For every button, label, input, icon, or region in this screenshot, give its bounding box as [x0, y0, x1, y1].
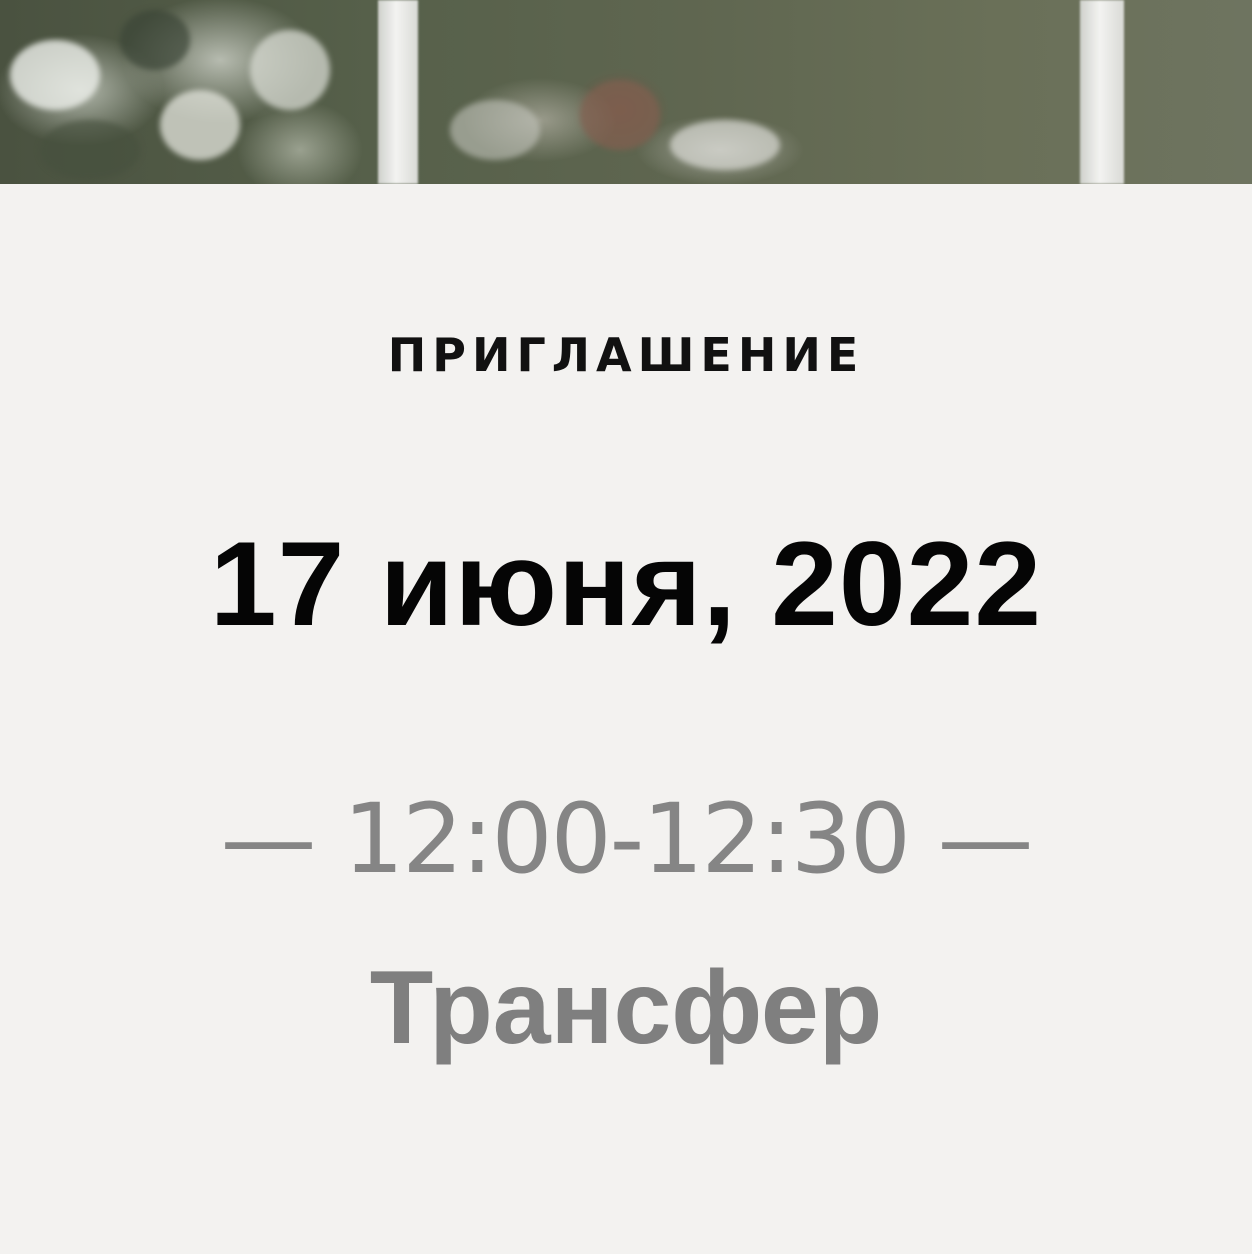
- event-title: Трансфер: [369, 950, 883, 1066]
- event-time: — 12:00-12:30 —: [220, 783, 1034, 895]
- photo-pillar: [1080, 0, 1124, 184]
- hero-photo: [0, 0, 1252, 184]
- photo-foliage-blur: [40, 120, 140, 180]
- photo-flower-blur: [10, 40, 100, 110]
- invitation-card: ПРИГЛАШЕНИЕ 17 июня, 2022 — 12:00-12:30 …: [0, 184, 1252, 1254]
- photo-flower-blur: [580, 80, 660, 150]
- photo-flower-blur: [160, 90, 240, 160]
- photo-flower-blur: [450, 100, 540, 160]
- photo-pillar: [378, 0, 418, 184]
- photo-foliage-blur: [120, 10, 190, 70]
- event-date: 17 июня, 2022: [209, 517, 1043, 651]
- photo-flower-blur: [250, 30, 330, 110]
- invitation-label: ПРИГЛАШЕНИЕ: [387, 328, 865, 382]
- photo-table-blur: [670, 120, 780, 170]
